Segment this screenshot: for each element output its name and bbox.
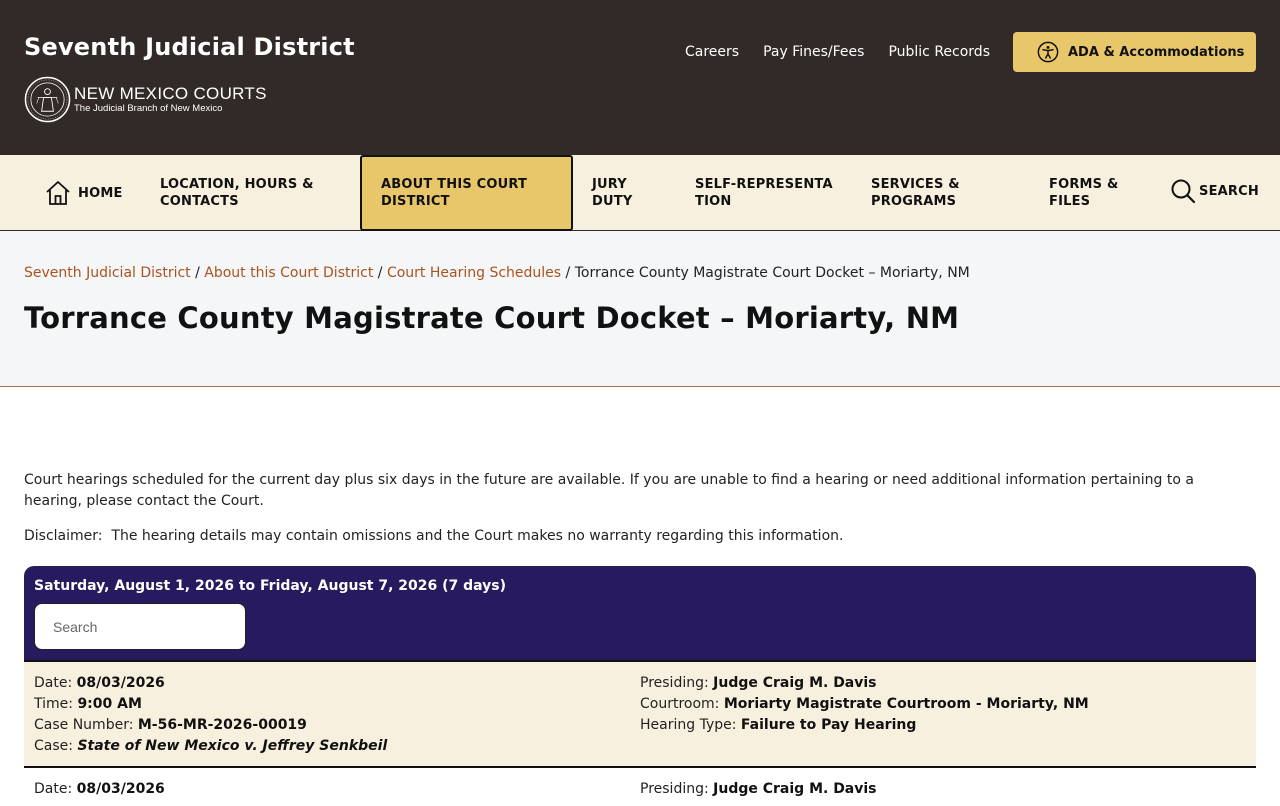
hearing-date: 08/03/2026 bbox=[76, 781, 165, 797]
breadcrumb-link-about[interactable]: About this Court District bbox=[204, 265, 373, 281]
case-number-label: Case Number: bbox=[34, 717, 134, 733]
breadcrumb: Seventh Judicial District / About this C… bbox=[24, 265, 970, 281]
pay-fines-link[interactable]: Pay Fines/Fees bbox=[763, 44, 864, 60]
hearing-type: Failure to Pay Hearing bbox=[740, 717, 917, 733]
breadcrumb-separator: / bbox=[195, 265, 200, 281]
nav-jury-label: JURY DUTY bbox=[592, 177, 633, 209]
logo-sub-text: The Judicial Branch of New Mexico bbox=[74, 103, 223, 114]
site-title[interactable]: Seventh Judicial District bbox=[24, 33, 355, 61]
nav-jury-duty[interactable]: JURY DUTY bbox=[592, 155, 652, 231]
home-icon bbox=[46, 181, 70, 205]
nav-forms-files[interactable]: FORMS & FILES bbox=[1049, 155, 1129, 231]
courtroom-label: Courtroom: bbox=[640, 696, 720, 712]
hearing-details-right: Presiding: Judge Craig M. Davis bbox=[640, 779, 877, 800]
nav-self-rep-label: SELF-REPRESENTATION bbox=[695, 177, 833, 209]
breadcrumb-separator: / bbox=[565, 265, 571, 281]
disclaimer-text: Disclaimer: The hearing details may cont… bbox=[24, 528, 844, 544]
nav-services-programs[interactable]: SERVICES & PROGRAMS bbox=[871, 155, 991, 231]
breadcrumb-link-district[interactable]: Seventh Judicial District bbox=[24, 265, 191, 281]
hearing-date: 08/03/2026 bbox=[76, 675, 165, 691]
hearing-details-right: Presiding: Judge Craig M. Davis Courtroo… bbox=[640, 673, 1089, 736]
presiding-judge: Judge Craig M. Davis bbox=[713, 675, 877, 691]
nav-self-representation[interactable]: SELF-REPRESENTATION bbox=[695, 155, 845, 231]
nav-location-label: LOCATION, HOURS & CONTACTS bbox=[160, 177, 314, 209]
docket-header: Saturday, August 1, 2026 to Friday, Augu… bbox=[24, 566, 1256, 660]
careers-link[interactable]: Careers bbox=[685, 44, 739, 60]
courtroom: Moriarty Magistrate Courtroom - Moriarty… bbox=[723, 696, 1089, 712]
case-number: M-56-MR-2026-00019 bbox=[137, 717, 307, 733]
presiding-judge: Judge Craig M. Davis bbox=[713, 781, 877, 797]
hearing-entry: Date: 08/03/2026 Time: 9:00 AM Case Numb… bbox=[24, 660, 1256, 766]
case-label: Case: bbox=[34, 738, 73, 754]
search-icon bbox=[1171, 179, 1196, 204]
breadcrumb-link-schedules[interactable]: Court Hearing Schedules bbox=[387, 265, 561, 281]
nav-forms-label: FORMS & FILES bbox=[1049, 177, 1119, 209]
nav-about-label: ABOUT THIS COURT DISTRICT bbox=[381, 177, 528, 209]
nav-location-hours-contacts[interactable]: LOCATION, HOURS & CONTACTS bbox=[160, 155, 330, 231]
nav-search[interactable]: SEARCH bbox=[1170, 153, 1259, 229]
docket-search-input[interactable] bbox=[34, 603, 246, 650]
hearing-type-label: Hearing Type: bbox=[640, 717, 737, 733]
page-title: Torrance County Magistrate Court Docket … bbox=[24, 301, 960, 335]
public-records-link[interactable]: Public Records bbox=[888, 44, 990, 60]
ada-accommodations-button[interactable]: ADA & Accommodations bbox=[1013, 32, 1256, 72]
presiding-label: Presiding: bbox=[640, 781, 709, 797]
court-seal-icon bbox=[24, 76, 71, 123]
breadcrumb-separator: / bbox=[377, 265, 383, 281]
docket-table: Saturday, August 1, 2026 to Friday, Augu… bbox=[24, 566, 1256, 806]
hearing-entry: Date: 08/03/2026 Presiding: Judge Craig … bbox=[24, 766, 1256, 806]
ada-button-label: ADA & Accommodations bbox=[1068, 44, 1245, 60]
nav-home-label: HOME bbox=[78, 185, 123, 201]
date-label: Date: bbox=[34, 781, 73, 797]
nav-search-label: SEARCH bbox=[1199, 183, 1259, 199]
utility-links: Careers Pay Fines/Fees Public Records bbox=[685, 44, 990, 60]
nav-services-label: SERVICES & PROGRAMS bbox=[871, 177, 960, 209]
hearing-details-left: Date: 08/03/2026 bbox=[34, 779, 165, 800]
logo-main-text: NEW MEXICO COURTS bbox=[74, 84, 267, 103]
hearing-time: 9:00 AM bbox=[77, 696, 142, 712]
time-label: Time: bbox=[34, 696, 73, 712]
presiding-label: Presiding: bbox=[640, 675, 709, 691]
nav-about-court-district[interactable]: ABOUT THIS COURT DISTRICT bbox=[360, 155, 573, 231]
nav-home[interactable]: HOME bbox=[44, 155, 123, 231]
intro-text: Court hearings scheduled for the current… bbox=[24, 472, 1194, 509]
hearing-details-left: Date: 08/03/2026 Time: 9:00 AM Case Numb… bbox=[34, 673, 387, 757]
page-header-band: Seventh Judicial District / About this C… bbox=[0, 231, 1280, 387]
breadcrumb-current: Torrance County Magistrate Court Docket … bbox=[574, 265, 970, 281]
nm-courts-logo[interactable]: NEW MEXICO COURTS The Judicial Branch of… bbox=[24, 76, 267, 123]
case-name: State of New Mexico v. Jeffrey Senkbeil bbox=[77, 738, 388, 754]
main-nav: HOME LOCATION, HOURS & CONTACTS ABOUT TH… bbox=[0, 155, 1280, 231]
accessibility-icon bbox=[1037, 41, 1059, 63]
date-range: Saturday, August 1, 2026 to Friday, Augu… bbox=[34, 578, 507, 594]
date-label: Date: bbox=[34, 675, 73, 691]
site-header: Seventh Judicial District NEW MEXICO COU… bbox=[0, 0, 1280, 155]
